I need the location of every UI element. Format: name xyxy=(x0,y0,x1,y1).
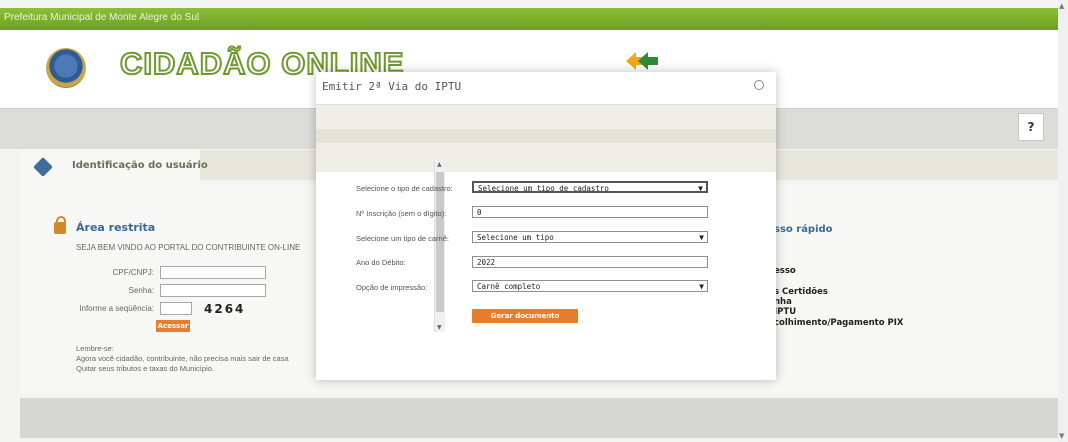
page-scrollbar[interactable]: ▲ ▼ xyxy=(1058,0,1068,442)
inscricao-label: Nº Inscrição (sem o dígito): xyxy=(356,209,447,218)
quick-link[interactable]: s Certidões xyxy=(774,287,828,297)
generate-document-button[interactable]: Gerar documento xyxy=(472,309,578,323)
restricted-area-title: Área restrita xyxy=(76,221,156,234)
cpf-input[interactable] xyxy=(160,266,266,279)
cadastro-type-label: Selecione o tipo de cadastro: xyxy=(356,184,453,193)
cpf-label: CPF/CNPJ: xyxy=(112,268,154,277)
print-option-select[interactable]: Carnê completo xyxy=(472,280,708,293)
carne-type-select[interactable]: Selecione um tipo xyxy=(472,231,708,244)
password-input[interactable] xyxy=(160,284,266,297)
modal-titlebar: Emitir 2ª Via do IPTU xyxy=(316,72,776,104)
cadastro-type-select[interactable]: Selecione um tipo de cadastro xyxy=(472,181,708,195)
quick-link[interactable]: colhimento/Pagamento PIX xyxy=(774,318,903,328)
quick-link[interactable]: nha xyxy=(774,297,792,307)
modal-toolbar-band xyxy=(316,129,776,143)
close-icon[interactable] xyxy=(754,80,764,90)
modal-body xyxy=(316,172,776,372)
ano-debito-label: Ano do Débito: xyxy=(356,258,406,267)
reminder-line-1: Agora você cidadão, contribuinte, não pr… xyxy=(76,354,289,363)
footer-band xyxy=(20,398,1060,438)
arrow-logo-icon xyxy=(626,52,658,70)
lock-icon xyxy=(54,216,66,234)
modal-scroll-down-icon[interactable]: ▼ xyxy=(437,324,442,331)
modal-scroll-up-icon[interactable]: ▲ xyxy=(437,161,442,168)
captcha-code: 4264 xyxy=(204,302,246,316)
ano-debito-input[interactable]: 2022 xyxy=(472,256,708,268)
welcome-text: SEJA BEM VINDO AO PORTAL DO CONTRIBUINTE… xyxy=(76,243,301,252)
sequence-input[interactable] xyxy=(160,302,192,315)
inscricao-input[interactable]: 0 xyxy=(472,206,708,218)
scroll-up-icon[interactable]: ▲ xyxy=(1059,2,1064,10)
print-option-label: Opção de impressão: xyxy=(356,283,428,292)
quick-link[interactable]: IPTU xyxy=(774,307,796,317)
reminder-line-2: Quitar seus tributos e taxas do Municípi… xyxy=(76,364,214,373)
modal-dialog: Emitir 2ª Via do IPTU xyxy=(316,72,776,380)
scroll-down-icon[interactable]: ▼ xyxy=(1059,432,1064,440)
crest-icon xyxy=(46,48,86,88)
municipality-title: Prefeitura Municipal de Monte Alegre do … xyxy=(4,12,200,23)
top-bar: Prefeitura Municipal de Monte Alegre do … xyxy=(0,8,1058,30)
identification-title: Identificação do usuário xyxy=(72,160,208,171)
reminder-text: Lembre-se: Agora você cidadão, contribui… xyxy=(76,344,289,374)
carne-type-label: Selecione um tipo de carnê: xyxy=(356,234,449,243)
help-button[interactable]: ? xyxy=(1018,113,1044,141)
modal-toolbar xyxy=(316,104,776,173)
sequence-label: Informe a seqüência: xyxy=(79,304,154,313)
senha-label: Senha: xyxy=(128,286,154,295)
quick-access-title: sso rápido xyxy=(774,224,833,235)
acessar-button[interactable]: Acessar xyxy=(156,320,190,332)
modal-title: Emitir 2ª Via do IPTU xyxy=(322,80,462,93)
quick-link[interactable]: esso xyxy=(774,266,796,276)
reminder-title: Lembre-se: xyxy=(76,344,114,353)
